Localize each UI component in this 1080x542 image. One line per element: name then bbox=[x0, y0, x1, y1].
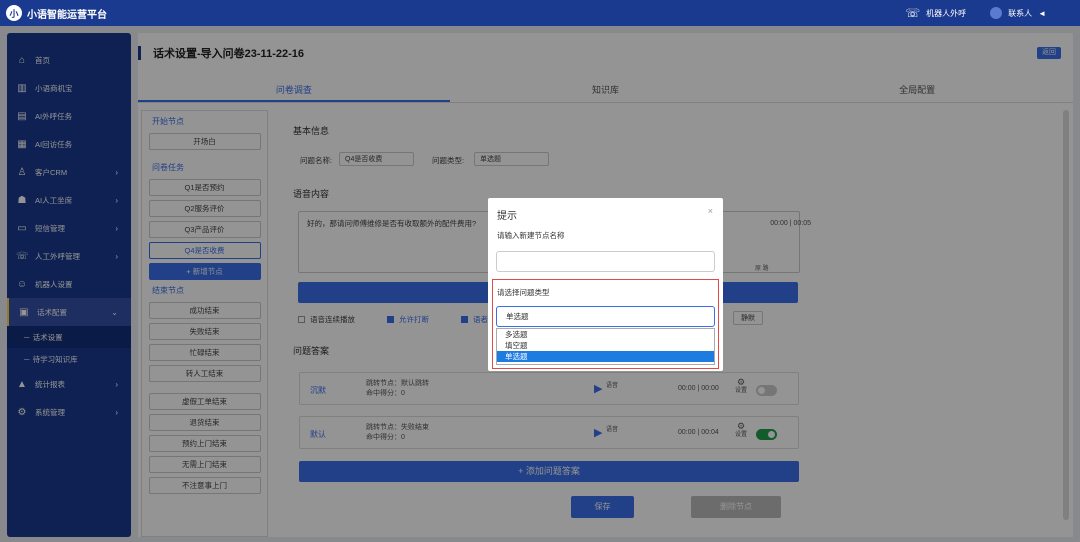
node-name-label: 请输入新建节点名称 bbox=[497, 231, 565, 240]
collapse-arrow-icon[interactable]: ◄ bbox=[1038, 9, 1046, 18]
contact-link[interactable]: 联系人 bbox=[1008, 8, 1032, 19]
option-fill-blank[interactable]: 填空题 bbox=[497, 340, 714, 351]
close-icon[interactable]: × bbox=[708, 206, 713, 216]
robot-call-link[interactable]: 机器人外呼 bbox=[926, 8, 966, 19]
app-title: 小语智能运营平台 bbox=[27, 9, 107, 21]
top-bar: 小 小语智能运营平台 ☏ 机器人外呼 联系人 ◄ bbox=[0, 0, 1080, 26]
node-name-input[interactable] bbox=[496, 251, 715, 272]
phone-icon[interactable]: ☏ bbox=[905, 6, 920, 20]
dialog-title: 提示 bbox=[497, 211, 517, 222]
new-node-dialog: 提示 × 请输入新建节点名称 请选择问题类型 单选题 多选题 填空题 单选题 bbox=[488, 198, 723, 371]
question-type-dropdown: 多选题 填空题 单选题 bbox=[496, 328, 715, 365]
option-multiple[interactable]: 多选题 bbox=[497, 329, 714, 340]
question-type-select[interactable]: 单选题 bbox=[496, 306, 715, 327]
app-logo: 小 bbox=[6, 5, 22, 21]
avatar[interactable] bbox=[990, 7, 1003, 19]
option-single[interactable]: 单选题 bbox=[497, 351, 714, 362]
question-type-label: 请选择问题类型 bbox=[497, 288, 550, 297]
top-right-area: ☏ 机器人外呼 联系人 ◄ bbox=[905, 0, 1046, 26]
